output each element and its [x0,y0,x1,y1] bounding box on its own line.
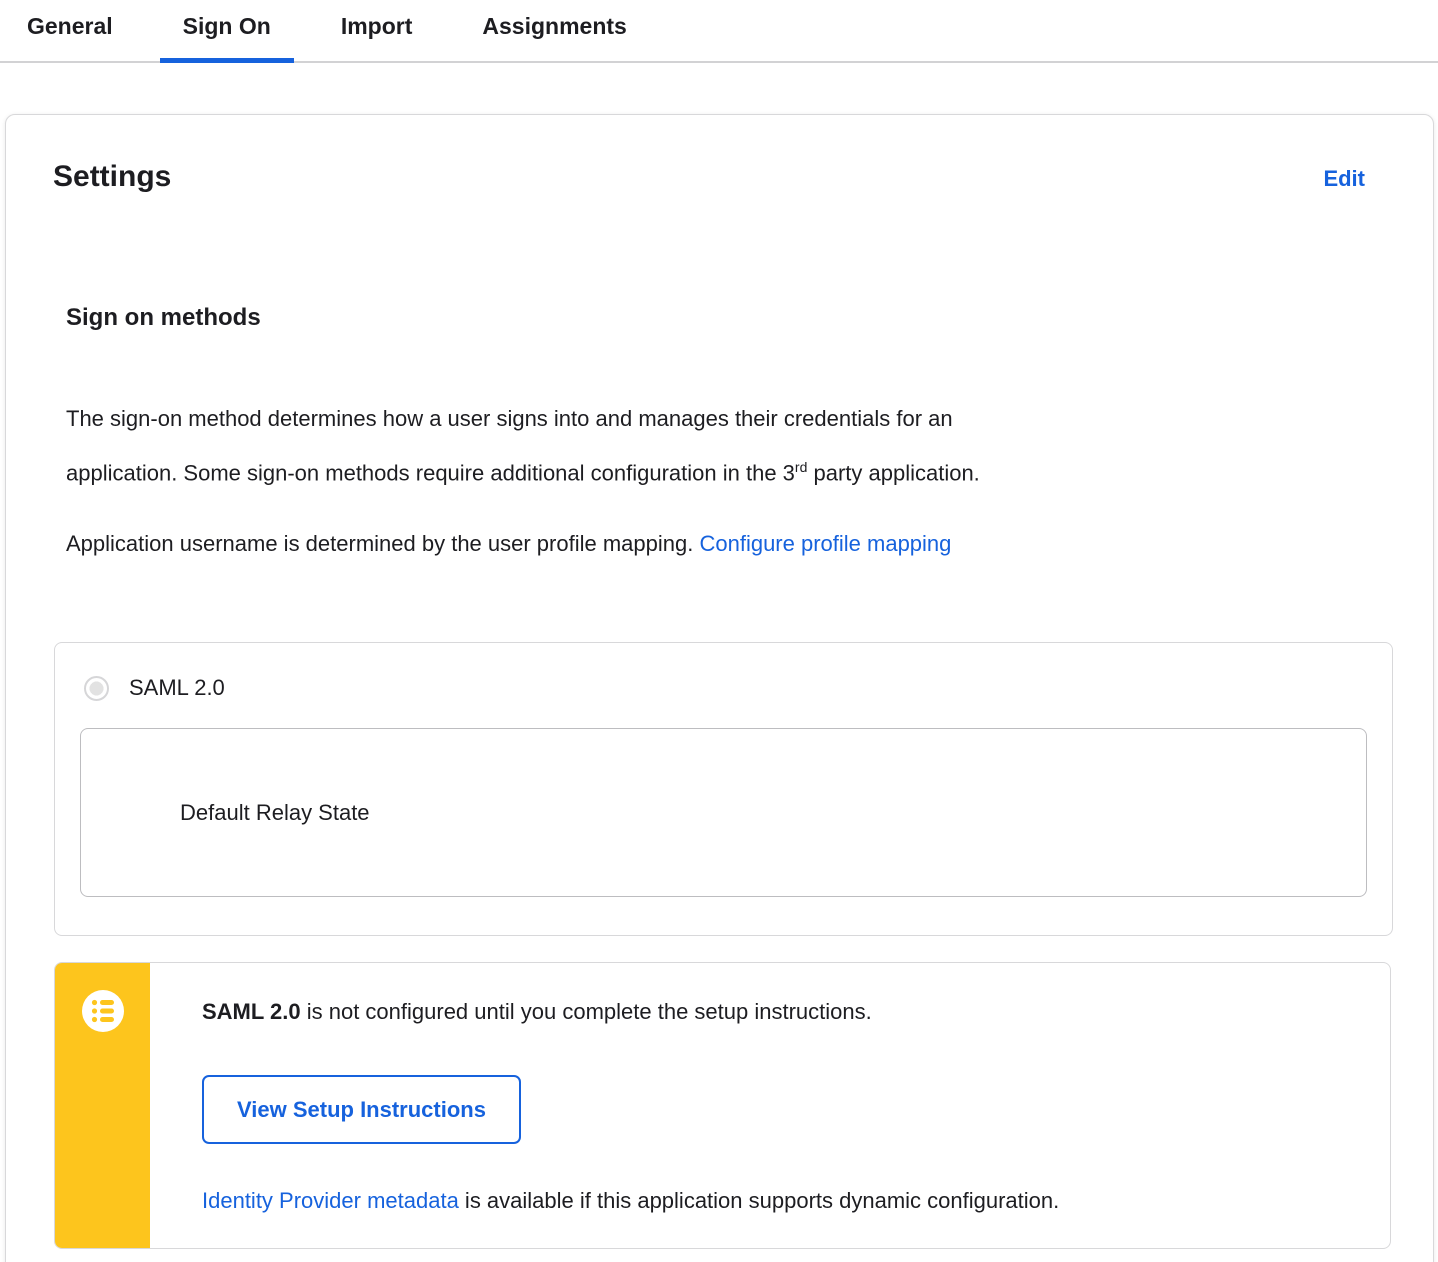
view-setup-instructions-button[interactable]: View Setup Instructions [202,1075,521,1145]
callout-message-rest: is not configured until you complete the… [300,999,872,1025]
configure-profile-mapping-link[interactable]: Configure profile mapping [699,531,951,556]
username-note-text: Application username is determined by th… [66,531,700,557]
list-icon [81,990,124,1033]
saml-radio-label: SAML 2.0 [129,675,225,701]
metadata-note-rest: is available if this application support… [458,1188,1060,1214]
callout-body: SAML 2.0 is not configured until you com… [150,963,1099,1248]
sign-on-methods-section: Sign on methods The sign-on method deter… [66,304,1433,568]
settings-card-header: Settings Edit [53,160,1433,194]
app-tab-bar: General Sign On Import Assignments [0,0,1438,63]
tab-general[interactable]: General [4,0,136,63]
identity-provider-metadata-note: Identity Provider metadata is available … [202,1187,1059,1215]
settings-card: Settings Edit Sign on methods The sign-o… [5,114,1434,1262]
default-relay-state-label: Default Relay State [180,799,370,825]
tab-assignments[interactable]: Assignments [459,0,649,63]
callout-yellow-strip [55,963,150,1249]
saml-setup-callout: SAML 2.0 is not configured until you com… [54,962,1391,1250]
sign-on-methods-heading: Sign on methods [66,304,261,331]
callout-message-bold: SAML 2.0 [202,999,301,1025]
description-line-1: The sign-on method determines how a user… [66,406,953,431]
application-username-note: Application username is determined by th… [66,519,1336,568]
description-line-2-end: party application. [807,460,980,486]
tab-import[interactable]: Import [318,0,436,63]
tab-sign-on[interactable]: Sign On [159,0,294,63]
settings-title: Settings [53,160,172,193]
edit-settings-link[interactable]: Edit [1323,166,1365,192]
description-superscript: rd [794,459,808,475]
saml-radio-button[interactable] [84,675,109,701]
sign-on-method-description: The sign-on method determines how a user… [66,394,1336,497]
callout-message: SAML 2.0 is not configured until you com… [202,998,1059,1026]
identity-provider-metadata-link[interactable]: Identity Provider metadata [202,1188,459,1213]
default-relay-state-field: Default Relay State [80,728,1367,898]
saml-option-box: SAML 2.0 Default Relay State [54,642,1393,937]
description-line-2: application. Some sign-on methods requir… [66,460,795,486]
saml-radio-row: SAML 2.0 [84,675,1392,701]
